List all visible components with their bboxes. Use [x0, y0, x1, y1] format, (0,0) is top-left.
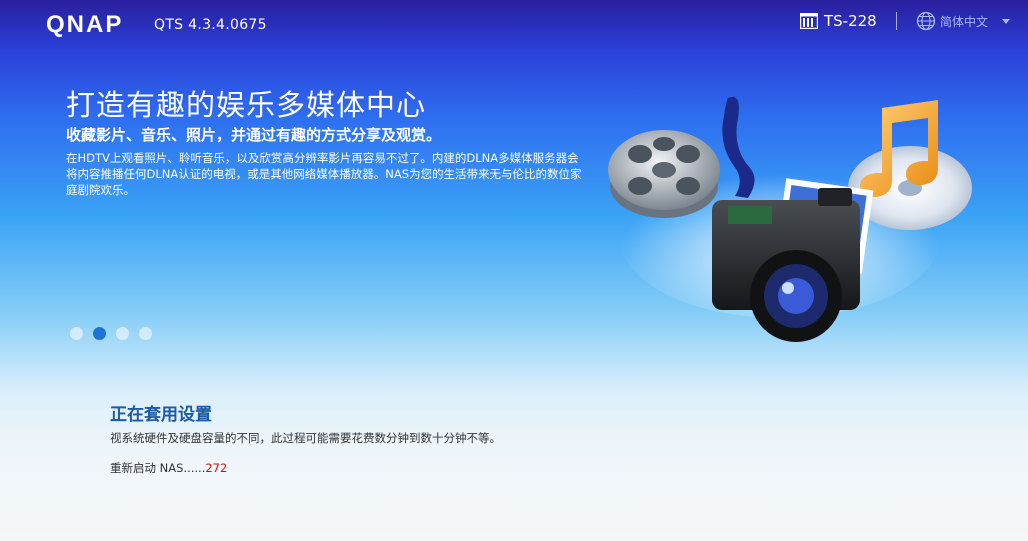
nas-model: TS-228	[800, 12, 877, 30]
globe-icon	[916, 11, 936, 31]
nas-device-icon	[800, 13, 818, 29]
countdown-timer: 272	[205, 461, 228, 475]
qnap-logo: QNAP	[46, 11, 144, 37]
carousel-dot-4[interactable]	[139, 327, 152, 340]
firmware-version: QTS 4.3.4.0675	[154, 17, 267, 33]
language-label: 简体中文	[940, 14, 989, 29]
header-divider	[896, 12, 897, 30]
camera-icon	[712, 188, 860, 342]
top-bar: QNAP QTS 4.3.4.0675 TS-228 简体中文	[0, 0, 1028, 46]
carousel-dot-1[interactable]	[70, 327, 83, 340]
hero-description: 在HDTV上观看照片、聆听音乐，以及欣赏高分辨率影片再容易不过了。内建的DLNA…	[66, 151, 582, 197]
carousel-indicators	[70, 327, 152, 340]
status-description: 视系统硬件及硬盘容量的不同，此过程可能需要花费数分钟到数十分钟不等。	[110, 431, 501, 445]
restart-label: 重新启动 NAS......	[110, 461, 206, 475]
svg-text:QNAP: QNAP	[46, 11, 123, 37]
chevron-down-icon	[1002, 18, 1011, 24]
hero-subtitle: 收藏影片、音乐、照片，并通过有趣的方式分享及观赏。	[66, 126, 442, 144]
status-title: 正在套用设置	[110, 405, 212, 425]
hero-title: 打造有趣的娱乐多媒体中心	[66, 88, 427, 122]
multimedia-illustration	[608, 96, 972, 342]
carousel-dot-2[interactable]	[93, 327, 106, 340]
nas-model-label: TS-228	[824, 12, 877, 30]
carousel-dot-3[interactable]	[116, 327, 129, 340]
language-selector[interactable]: 简体中文	[916, 11, 1011, 31]
restart-status: 重新启动 NAS......272	[110, 460, 227, 476]
